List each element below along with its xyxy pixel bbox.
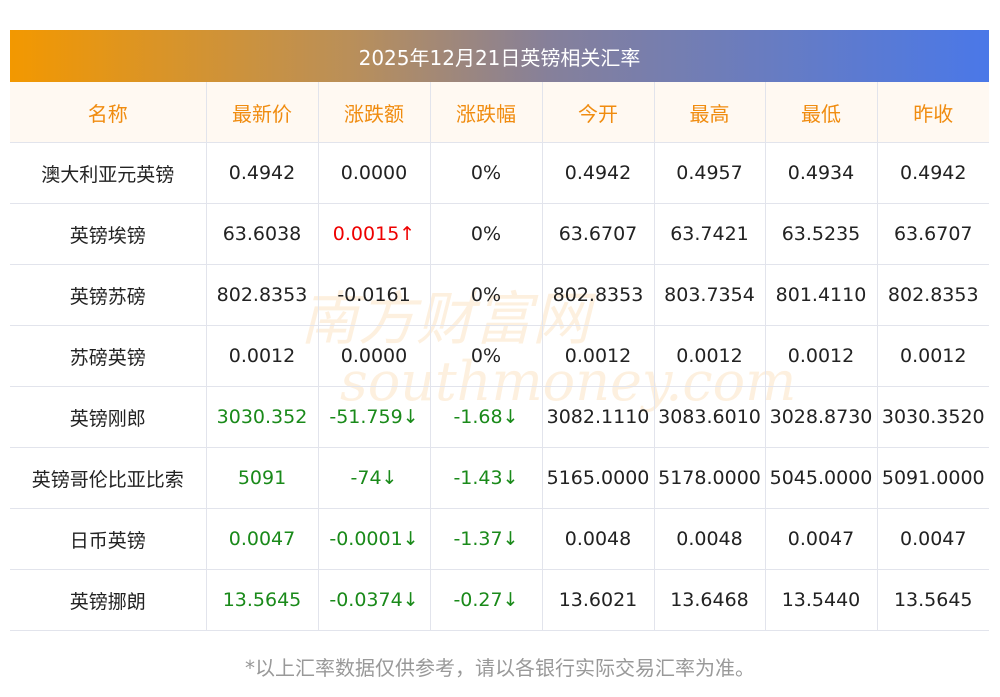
table-row: 澳大利亚元英镑 0.4942 0.0000 0% 0.4942 0.4957 0.4934 0…	[10, 142, 989, 204]
cell-high: 0.4957	[653, 142, 766, 204]
cell-change: -0.0161	[317, 264, 431, 326]
cell-open: 3082.1110	[541, 386, 655, 448]
column-header: 涨跌幅	[429, 82, 543, 143]
cell-name: 英镑哥伦比亚比索	[10, 447, 207, 509]
cell-pct: 0%	[429, 203, 543, 265]
cell-low: 63.5235	[764, 203, 878, 265]
cell-change: 0.0015↑	[317, 203, 431, 265]
cell-pct: 0%	[429, 325, 543, 387]
cell-high: 3083.6010	[653, 386, 766, 448]
cell-high: 0.0012	[653, 325, 766, 387]
cell-open: 0.0012	[541, 325, 655, 387]
cell-pct: 0%	[429, 264, 543, 326]
cell-name: 英镑埃镑	[10, 203, 207, 265]
cell-change: -0.0374↓	[317, 569, 431, 631]
cell-name: 苏磅英镑	[10, 325, 207, 387]
cell-high: 0.0048	[653, 508, 766, 570]
cell-high: 5178.0000	[653, 447, 766, 509]
column-header: 最新价	[205, 82, 319, 143]
cell-pct: -1.43↓	[429, 447, 543, 509]
table-row: 英镑苏磅 802.8353 -0.0161 0% 802.8353 803.7354 801…	[10, 264, 989, 326]
cell-prev: 802.8353	[876, 264, 989, 326]
cell-pct: -0.27↓	[429, 569, 543, 631]
cell-high: 13.6468	[653, 569, 766, 631]
column-header: 今开	[541, 82, 655, 143]
cell-change: -0.0001↓	[317, 508, 431, 570]
cell-change: -51.759↓	[317, 386, 431, 448]
cell-change: 0.0000	[317, 325, 431, 387]
cell-high: 63.7421	[653, 203, 766, 265]
table-row: 日币英镑 0.0047 -0.0001↓ -1.37↓ 0.0048 0.0048 0.00…	[10, 508, 989, 570]
cell-high: 803.7354	[653, 264, 766, 326]
cell-name: 英镑挪朗	[10, 569, 207, 631]
cell-pct: -1.37↓	[429, 508, 543, 570]
cell-prev: 13.5645	[876, 569, 989, 631]
cell-name: 日币英镑	[10, 508, 207, 570]
cell-open: 63.6707	[541, 203, 655, 265]
cell-prev: 0.4942	[876, 142, 989, 204]
table-row: 英镑挪朗 13.5645 -0.0374↓ -0.27↓ 13.6021 13.6468 1…	[10, 569, 989, 631]
cell-low: 0.0047	[764, 508, 878, 570]
cell-prev: 0.0047	[876, 508, 989, 570]
cell-latest: 63.6038	[205, 203, 319, 265]
cell-open: 5165.0000	[541, 447, 655, 509]
cell-prev: 5091.0000	[876, 447, 989, 509]
cell-prev: 3030.3520	[876, 386, 989, 448]
cell-latest: 13.5645	[205, 569, 319, 631]
cell-change: 0.0000	[317, 142, 431, 204]
cell-low: 0.4934	[764, 142, 878, 204]
table-row: 英镑埃镑 63.6038 0.0015↑ 0% 63.6707 63.7421 63.523…	[10, 203, 989, 265]
cell-open: 802.8353	[541, 264, 655, 326]
cell-latest: 802.8353	[205, 264, 319, 326]
cell-prev: 0.0012	[876, 325, 989, 387]
disclaimer: *以上汇率数据仅供参考，请以各银行实际交易汇率为准。	[245, 656, 755, 680]
cell-low: 801.4110	[764, 264, 878, 326]
cell-latest: 5091	[205, 447, 319, 509]
header-row: 名称 最新价 涨跌额 涨跌幅 今开 最高 最低 昨收	[10, 82, 989, 143]
cell-low: 5045.0000	[764, 447, 878, 509]
table-row: 苏磅英镑 0.0012 0.0000 0% 0.0012 0.0012 0.0012 0.00…	[10, 325, 989, 387]
cell-open: 0.4942	[541, 142, 655, 204]
column-header: 涨跌额	[317, 82, 431, 143]
cell-latest: 0.0012	[205, 325, 319, 387]
cell-name: 澳大利亚元英镑	[10, 142, 207, 204]
column-header: 最低	[764, 82, 878, 143]
cell-open: 13.6021	[541, 569, 655, 631]
cell-pct: -1.68↓	[429, 386, 543, 448]
cell-latest: 3030.352	[205, 386, 319, 448]
exchange-rate-table: 名称 最新价 涨跌额 涨跌幅 今开 最高 最低 昨收 澳大利亚元英镑 0.4942 0.0000 0…	[10, 82, 989, 631]
table-title: 2025年12月21日英镑相关汇率	[10, 30, 989, 82]
cell-low: 3028.8730	[764, 386, 878, 448]
column-header: 昨收	[876, 82, 989, 143]
column-header: 名称	[10, 82, 207, 143]
cell-name: 英镑苏磅	[10, 264, 207, 326]
cell-low: 13.5440	[764, 569, 878, 631]
cell-prev: 63.6707	[876, 203, 989, 265]
cell-change: -74↓	[317, 447, 431, 509]
cell-open: 0.0048	[541, 508, 655, 570]
cell-low: 0.0012	[764, 325, 878, 387]
table-row: 英镑哥伦比亚比索 5091 -74↓ -1.43↓ 5165.0000 5178.0000…	[10, 447, 989, 509]
cell-pct: 0%	[429, 142, 543, 204]
cell-latest: 0.4942	[205, 142, 319, 204]
table-row: 英镑刚郎 3030.352 -51.759↓ -1.68↓ 3082.1110 3083.…	[10, 386, 989, 448]
column-header: 最高	[653, 82, 766, 143]
cell-name: 英镑刚郎	[10, 386, 207, 448]
cell-latest: 0.0047	[205, 508, 319, 570]
